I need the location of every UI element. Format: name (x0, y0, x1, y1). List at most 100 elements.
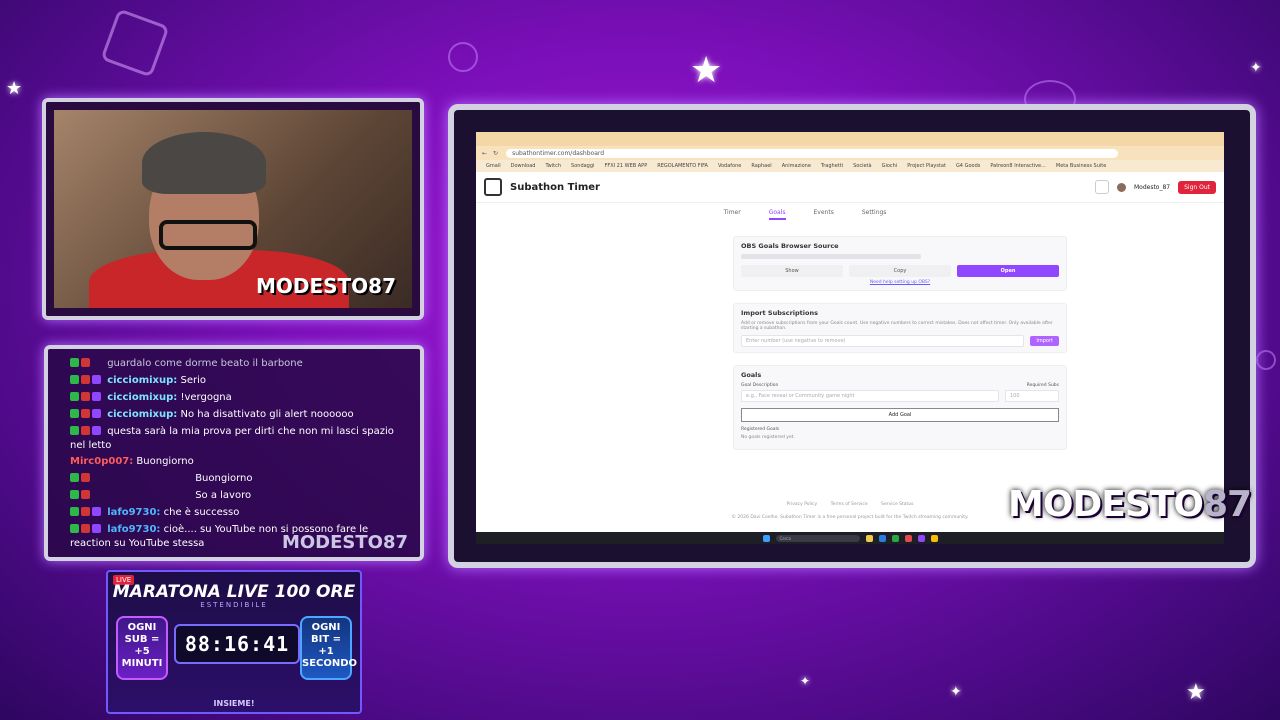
bookmark[interactable]: Società (853, 163, 871, 169)
windows-start-icon[interactable] (762, 534, 770, 542)
app-header: Subathon Timer Modesto_87 Sign Out (476, 172, 1224, 203)
reload-icon[interactable]: ↻ (493, 150, 498, 157)
tab-events[interactable]: Events (814, 209, 834, 220)
marathon-widget: LIVE MARATONA LIVE 100 ORE ESTENDIBILE O… (106, 570, 362, 714)
folder-icon[interactable] (865, 534, 873, 542)
copy-button[interactable]: Copy (849, 265, 951, 277)
theme-toggle-icon[interactable] (1094, 180, 1109, 194)
tab-timer[interactable]: Timer (724, 209, 741, 220)
store-icon[interactable] (878, 534, 886, 542)
chat-message: cicciomixup: No ha disattivato gli alert… (70, 408, 354, 422)
add-goal-button[interactable]: Add Goal (741, 408, 1059, 422)
status-link[interactable]: Service Status (881, 502, 913, 507)
logo-decoration (448, 42, 478, 72)
chat-badges (70, 358, 104, 368)
chat-text: So a lavoro (195, 490, 252, 501)
bookmark[interactable]: Vodafone (718, 163, 741, 169)
bookmark[interactable]: Meta Business Suite (1056, 163, 1106, 169)
privacy-link[interactable]: Privacy Policy (786, 502, 817, 507)
chat-badges (70, 375, 104, 385)
goal-description-input[interactable]: e.g., Face reveal or Community game nigh… (741, 390, 999, 402)
tab-goals[interactable]: Goals (768, 209, 786, 220)
bookmark[interactable]: Patreon8 Interactive... (990, 163, 1046, 169)
chat-text: !vergogna (180, 392, 232, 403)
chat-username[interactable]: Mirc0p007: (70, 456, 133, 467)
marathon-timer: 88:16:41 (174, 624, 300, 664)
bookmark[interactable]: Download (511, 163, 536, 169)
open-button[interactable]: Open (957, 265, 1059, 277)
obs-help-link[interactable]: Need help setting up OBS? (741, 280, 1059, 285)
tab-settings[interactable]: Settings (862, 209, 887, 220)
webcam-feed: MODESTO87 (54, 110, 412, 308)
chat-text: guardalo come dorme beato il barbone (107, 358, 303, 369)
bookmark[interactable]: REGOLAMENTO FIFA (657, 163, 708, 169)
required-subs-label: Required Subs (1026, 383, 1059, 388)
chat-message: lafo9730: che è successo (70, 506, 239, 520)
username[interactable]: Modesto_87 (1134, 184, 1170, 191)
import-number-input[interactable]: Enter number (use negative to remove) (741, 335, 1025, 347)
chrome-icon[interactable] (930, 534, 938, 542)
watermark-number: 87 (1203, 484, 1252, 525)
bookmark[interactable]: G4 Goods (956, 163, 980, 169)
bookmark[interactable]: Twitch (545, 163, 561, 169)
person-hair (142, 132, 266, 194)
stream-watermark: MODESTO87 (1008, 484, 1252, 525)
chat-username[interactable]: cicciomixup: (107, 375, 177, 386)
star-decoration: ★ (690, 50, 723, 91)
browser-icon[interactable] (891, 534, 899, 542)
chat-message: cicciomixup: !vergogna (70, 391, 232, 405)
bit-bonus-box: OGNI BIT = +1 SECONDO (300, 616, 357, 680)
app-logo-icon (484, 178, 502, 196)
chat-badges (70, 409, 104, 419)
required-subs-input[interactable]: 100 (1005, 390, 1059, 402)
chat-username[interactable]: lafo9730: (107, 524, 160, 535)
bookmark[interactable]: Sondaggi (571, 163, 594, 169)
chat-badges (70, 490, 104, 500)
badge-decoration (100, 8, 170, 78)
chat-badges (70, 426, 104, 436)
bookmark[interactable]: Giochi (882, 163, 898, 169)
url-field[interactable]: subathontimer.com/dashboard (506, 148, 1119, 158)
windows-taskbar: Cerca (476, 532, 1224, 544)
taskbar-search[interactable]: Cerca (775, 534, 860, 542)
obs-heading: OBS Goals Browser Source (741, 242, 839, 250)
chat-username[interactable]: cicciomixup: (107, 409, 177, 420)
chat-message: cicciomixup: Serio (70, 374, 206, 388)
app-icon[interactable] (904, 534, 912, 542)
bookmark[interactable]: Raphael (751, 163, 771, 169)
chat-username[interactable]: lafo9730: (107, 507, 160, 518)
back-icon[interactable]: ← (482, 150, 487, 157)
bookmark[interactable]: Animazione (782, 163, 811, 169)
bookmark[interactable]: Gmail (486, 163, 501, 169)
chat-text: No ha disattivato gli alert noooooo (180, 409, 354, 420)
bookmark[interactable]: Traghetti (821, 163, 843, 169)
goals-card: Goals Goal Description Required Subs e.g… (733, 365, 1067, 450)
chat-message: Buongiorno (70, 472, 252, 486)
bookmark[interactable]: FFXI 21 WEB APP (604, 163, 647, 169)
browser-window: ← ↻ subathontimer.com/dashboard Gmail Do… (476, 132, 1224, 544)
star-decoration: ✦ (800, 674, 811, 688)
logo-decoration (1256, 350, 1276, 370)
goals-heading: Goals (741, 371, 762, 379)
bookmark[interactable]: Project Playstat (907, 163, 946, 169)
webcam-panel: MODESTO87 (42, 98, 424, 320)
bookmarks-bar: Gmail Download Twitch Sondaggi FFXI 21 W… (476, 160, 1224, 172)
chat-username[interactable]: cicciomixup: (107, 392, 177, 403)
sign-out-button[interactable]: Sign Out (1178, 180, 1216, 194)
chat-text: Serio (180, 375, 206, 386)
watermark-name: MODESTO (1008, 484, 1204, 525)
import-heading: Import Subscriptions (741, 309, 818, 317)
registered-goals-label: Registered Goals (741, 427, 780, 432)
import-button[interactable]: Import (1030, 336, 1059, 346)
show-button[interactable]: Show (741, 265, 843, 277)
chat-text: Buongiorno (195, 473, 253, 484)
app-icon[interactable] (917, 534, 925, 542)
app-title[interactable]: Subathon Timer (510, 182, 600, 193)
star-decoration: ✦ (1250, 60, 1262, 76)
marathon-subtitle: ESTENDIBILE (200, 601, 268, 609)
marathon-footer: INSIEME! (213, 699, 255, 708)
avatar[interactable] (1116, 182, 1126, 192)
terms-link[interactable]: Terms of Service (831, 502, 868, 507)
address-bar: ← ↻ subathontimer.com/dashboard (476, 146, 1224, 160)
chat-text: che è successo (163, 507, 240, 518)
